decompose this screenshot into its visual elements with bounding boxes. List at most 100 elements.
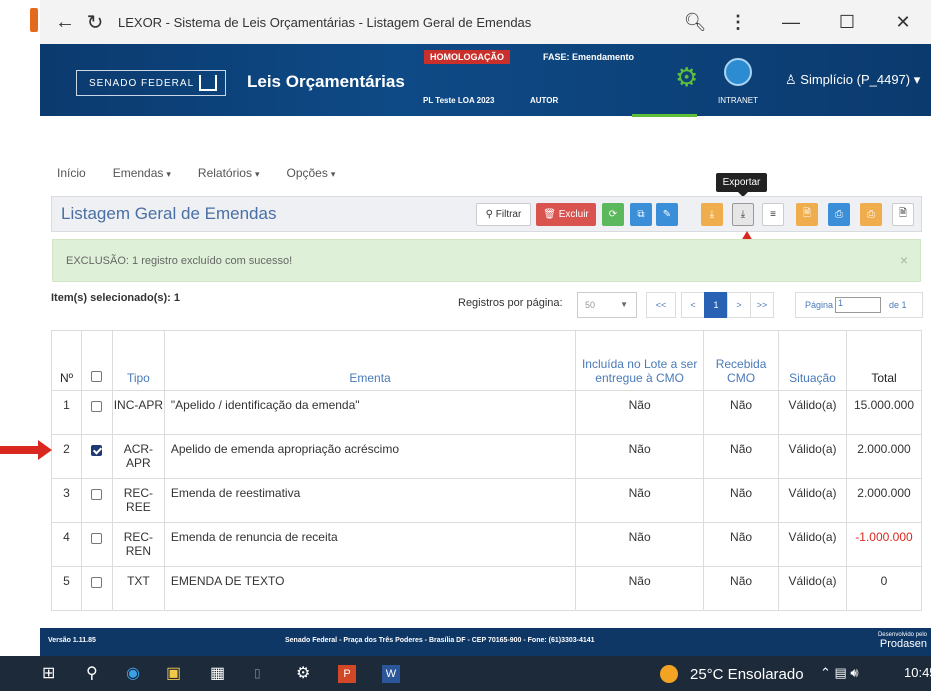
row-num: 4 xyxy=(51,522,82,567)
minimize-button[interactable]: — xyxy=(763,12,819,33)
menu-emendas[interactable]: Emendas ▾ xyxy=(113,166,171,180)
download-orange-button[interactable]: ⤓ xyxy=(701,203,723,226)
col-tipo[interactable]: Tipo xyxy=(111,330,165,391)
copy-button[interactable]: ⧉ xyxy=(630,203,652,226)
caret-down-icon: ▾ xyxy=(254,169,260,179)
row-num: 2 xyxy=(51,434,82,479)
row-select xyxy=(80,566,113,611)
list-view-button[interactable]: ≡ xyxy=(762,203,784,226)
col-ementa[interactable]: Ementa xyxy=(163,330,577,391)
file-explorer-icon[interactable]: ▣ xyxy=(166,663,181,683)
row-select xyxy=(80,478,113,523)
menu-inicio[interactable]: Início xyxy=(57,166,86,180)
refresh-button[interactable]: ⟳ xyxy=(602,203,624,226)
system-tray-icons[interactable]: ⌃ ▤ 🔊︎ xyxy=(820,665,859,681)
row-checkbox[interactable] xyxy=(91,401,103,412)
delete-button[interactable]: 🗑︎ Excluir xyxy=(536,203,596,226)
app-footer: Versão 1.11.85 Senado Federal - Praça do… xyxy=(40,628,931,656)
filter-button[interactable]: ⚲ Filtrar xyxy=(476,203,531,226)
reload-icon[interactable]: ↻ xyxy=(80,7,110,37)
senado-logo[interactable]: SENADO FEDERAL xyxy=(76,70,226,96)
export-button[interactable]: ⤓ xyxy=(732,203,754,226)
menu-emendas-label: Emendas xyxy=(112,166,164,180)
delete-label: Excluir xyxy=(558,209,589,220)
table-row[interactable]: 2 ACR-APR Apelido de emenda apropriação … xyxy=(51,434,923,479)
menu-relatorios-label: Relatórios xyxy=(197,166,252,180)
row-total: 2.000.000 xyxy=(845,478,923,523)
caret-down-icon: ▾ xyxy=(330,169,336,179)
word-icon[interactable]: W xyxy=(382,665,400,683)
intranet-label: INTRANET xyxy=(718,96,758,105)
row-ementa: Emenda de renuncia de receita xyxy=(163,522,577,567)
settings-gear-icon[interactable]: ⚙ xyxy=(675,62,698,93)
search-icon[interactable]: ⚲ xyxy=(86,663,98,683)
address-label: Senado Federal - Praça dos Três Poderes … xyxy=(285,637,595,644)
app-icon[interactable]: ▯ xyxy=(254,666,261,680)
row-incluida: Não xyxy=(575,566,705,611)
table-row[interactable]: 4 REC-REN Emenda de renuncia de receita … xyxy=(51,522,923,567)
print-orange-button[interactable]: ⎙ xyxy=(860,203,882,226)
success-alert: EXCLUSÃO: 1 registro excluído com sucess… xyxy=(52,239,921,282)
print-blue-button[interactable]: ⎙ xyxy=(828,203,850,226)
zoom-icon[interactable]: 🔍︎ xyxy=(677,12,713,33)
page-title: Listagem Geral de Emendas xyxy=(61,204,277,223)
close-icon[interactable]: × xyxy=(900,252,908,268)
row-select xyxy=(80,434,113,479)
page-last[interactable]: >> xyxy=(750,292,774,318)
row-total: 15.000.000 xyxy=(845,390,923,435)
close-button[interactable]: ✕ xyxy=(875,12,931,33)
row-situacao: Válido(a) xyxy=(778,434,847,479)
page-prev[interactable]: < xyxy=(681,292,705,318)
weather-widget[interactable]: 25°C Ensolarado xyxy=(660,665,804,683)
author-label: AUTOR xyxy=(530,96,559,105)
calculator-icon[interactable]: ▦ xyxy=(210,663,225,683)
row-checkbox[interactable] xyxy=(91,489,103,500)
pl-label: PL Teste LOA 2023 xyxy=(423,96,495,105)
powerpoint-icon[interactable]: P xyxy=(338,665,356,683)
page-current[interactable]: 1 xyxy=(704,292,728,318)
col-recebida[interactable]: Recebida CMO xyxy=(703,330,780,391)
row-checkbox[interactable] xyxy=(91,577,103,588)
more-menu-icon[interactable]: ⋮ xyxy=(713,12,763,33)
user-name: Simplício (P_4497) xyxy=(800,72,911,87)
page-first[interactable]: << xyxy=(646,292,676,318)
windows-start-icon[interactable]: ⊞ xyxy=(42,663,55,683)
back-arrow-icon[interactable]: ← xyxy=(50,7,80,37)
settings-icon[interactable]: ⚙ xyxy=(296,663,310,683)
phase-label: FASE: Emendamento xyxy=(543,52,635,62)
caret-down-icon: ▾ xyxy=(166,169,171,179)
table-row[interactable]: 1 INC-APR "Apelido / identificação da em… xyxy=(51,390,923,435)
intranet-icon[interactable] xyxy=(724,58,752,86)
menu-opcoes-label: Opções xyxy=(286,166,328,180)
panel-header: Listagem Geral de Emendas ⚲ Filtrar 🗑︎ E… xyxy=(51,196,922,232)
page-jump: Página 1 de 1 xyxy=(795,292,923,318)
page-input[interactable]: 1 xyxy=(835,297,882,313)
row-situacao: Válido(a) xyxy=(778,478,847,523)
maximize-button[interactable]: ☐ xyxy=(819,12,875,33)
row-recebida: Não xyxy=(703,522,780,567)
document-button[interactable]: 🗎︎ xyxy=(892,203,914,226)
user-menu[interactable]: ♙ Simplício (P_4497) ▾ xyxy=(785,72,920,88)
chevron-down-icon: ▼ xyxy=(620,300,628,309)
page-next[interactable]: > xyxy=(727,292,751,318)
background-window-edge xyxy=(30,8,38,32)
row-num: 3 xyxy=(51,478,82,523)
row-ementa: Apelido de emenda apropriação acréscimo xyxy=(163,434,577,479)
edge-browser-icon[interactable]: ◉ xyxy=(126,663,140,683)
menu-opcoes[interactable]: Opções ▾ xyxy=(286,166,335,180)
row-checkbox[interactable] xyxy=(91,533,103,544)
table-row[interactable]: 5 TXT EMENDA DE TEXTO Não Não Válido(a) … xyxy=(51,566,923,611)
app-window: ← ↻ LEXOR - Sistema de Leis Orçamentária… xyxy=(0,0,931,691)
col-total: Total xyxy=(845,330,923,391)
select-all-checkbox[interactable] xyxy=(91,371,103,382)
per-page-select[interactable]: 50 ▼ xyxy=(577,292,637,318)
table-row[interactable]: 3 REC-REE Emenda de reestimativa Não Não… xyxy=(51,478,923,523)
col-situacao[interactable]: Situação xyxy=(778,330,847,391)
page-label: Página xyxy=(805,300,834,310)
edit-button[interactable]: ✎ xyxy=(656,203,678,226)
clock[interactable]: 10:45 xyxy=(904,665,931,680)
menu-relatorios[interactable]: Relatórios ▾ xyxy=(198,166,260,180)
document-orange-button[interactable]: 🗎︎ xyxy=(796,203,818,226)
row-checkbox-checked[interactable] xyxy=(91,445,103,456)
col-incluida[interactable]: Incluída no Lote a ser entregue à CMO xyxy=(575,330,705,391)
